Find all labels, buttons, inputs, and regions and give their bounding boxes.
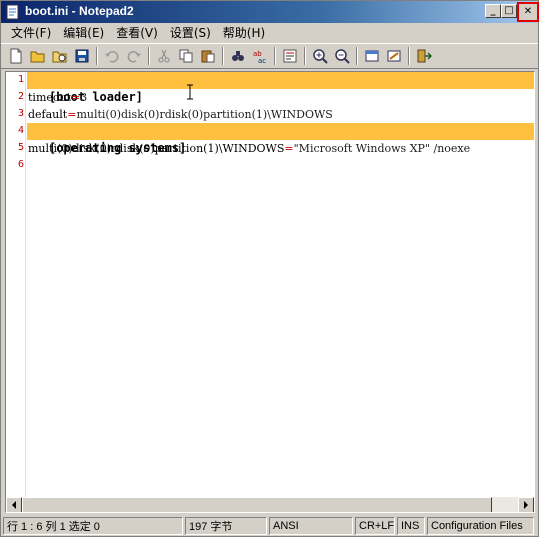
find-icon	[232, 51, 244, 61]
status-position: 行 1 : 6 列 1 选定 0	[3, 517, 183, 535]
scheme-button[interactable]	[361, 45, 383, 67]
scroll-left-button[interactable]	[6, 497, 22, 512]
code-line: multi(0)disk(0)rdisk(0)partition(1)\WIND…	[27, 140, 534, 157]
maximize-icon: □	[504, 5, 514, 16]
toolbar-separator	[408, 47, 410, 65]
open-button[interactable]	[27, 45, 49, 67]
paste-icon	[201, 50, 215, 63]
line-number: 2	[17, 91, 24, 102]
status-encoding[interactable]: ANSI	[269, 517, 353, 535]
cut-icon	[158, 49, 170, 63]
status-insert-mode[interactable]: INS	[397, 517, 425, 535]
open-folder-icon	[30, 51, 45, 63]
customize-icon	[387, 50, 401, 62]
ini-value: 3	[80, 91, 88, 104]
zoom-in-button[interactable]	[309, 45, 331, 67]
word-wrap-button[interactable]	[279, 45, 301, 67]
line-number: 1	[17, 74, 24, 85]
status-line-endings[interactable]: CR+LF	[355, 517, 395, 535]
zoom-in-icon	[313, 49, 328, 64]
ini-value: multi(0)disk(0)rdisk(0)partition(1)\WIND…	[76, 108, 333, 121]
arrow-left-icon	[12, 501, 16, 509]
cut-button[interactable]	[153, 45, 175, 67]
status-bar: 行 1 : 6 列 1 选定 0 197 字节 ANSI CR+LF INS C…	[1, 516, 538, 536]
status-syntax-scheme[interactable]: Configuration Files	[427, 517, 534, 535]
notepad2-window: boot.ini - Notepad2 _ □ ✕ 文件(F) 编辑(E) 查看…	[0, 0, 539, 537]
maximize-button[interactable]: □	[501, 4, 517, 18]
arrow-right-icon	[524, 501, 528, 509]
close-icon: ✕	[523, 6, 533, 17]
svg-text:ac: ac	[258, 57, 266, 64]
minimize-icon: _	[490, 5, 496, 16]
word-wrap-icon	[283, 49, 297, 63]
scrollbar-thumb[interactable]	[22, 497, 492, 512]
menu-edit[interactable]: 编辑(E)	[57, 24, 110, 41]
minimize-button[interactable]: _	[485, 4, 501, 18]
ini-value: "Microsoft Windows XP" /noexe	[293, 142, 471, 155]
text-cursor-icon	[187, 84, 193, 100]
status-file-size: 197 字节	[185, 517, 267, 535]
window-title: boot.ini - Notepad2	[25, 4, 134, 18]
line-number: 4	[17, 125, 24, 136]
ini-key: multi(0)disk(0)rdisk(0)partition(1)\WIND…	[28, 142, 285, 155]
find-button[interactable]	[227, 45, 249, 67]
save-button[interactable]	[71, 45, 93, 67]
close-button[interactable]: ✕	[517, 2, 539, 22]
copy-button[interactable]	[175, 45, 197, 67]
horizontal-scrollbar[interactable]	[6, 497, 534, 512]
paste-button[interactable]	[197, 45, 219, 67]
customize-button[interactable]	[383, 45, 405, 67]
new-file-icon	[10, 48, 22, 64]
line-number: 5	[17, 142, 24, 153]
toolbar-separator	[304, 47, 306, 65]
ini-equals: =	[284, 142, 294, 155]
redo-icon	[127, 51, 141, 63]
code-line: default=multi(0)disk(0)rdisk(0)partition…	[27, 106, 534, 123]
menu-file[interactable]: 文件(F)	[5, 24, 57, 41]
scheme-icon	[365, 50, 379, 62]
toolbar-separator	[274, 47, 276, 65]
menu-settings[interactable]: 设置(S)	[164, 24, 217, 41]
toolbar-separator	[96, 47, 98, 65]
toolbar-separator	[222, 47, 224, 65]
toolbar-separator	[356, 47, 358, 65]
menu-help[interactable]: 帮助(H)	[217, 24, 271, 41]
toolbar: ab ac	[1, 43, 538, 69]
undo-button[interactable]	[101, 45, 123, 67]
exit-icon	[417, 49, 432, 63]
code-line: [boot loader]	[27, 72, 534, 104]
ini-equals: =	[71, 91, 81, 104]
undo-icon	[105, 51, 119, 63]
replace-button[interactable]: ab ac	[249, 45, 271, 67]
redo-button[interactable]	[123, 45, 145, 67]
code-line: [operating systems]	[27, 123, 534, 155]
scroll-right-button[interactable]	[518, 497, 534, 512]
notepad-app-icon	[5, 4, 21, 20]
toolbar-separator	[148, 47, 150, 65]
menu-bar: 文件(F) 编辑(E) 查看(V) 设置(S) 帮助(H)	[1, 23, 538, 42]
zoom-out-icon	[335, 49, 350, 64]
browse-icon	[52, 51, 67, 63]
line-number: 3	[17, 108, 24, 119]
menu-view[interactable]: 查看(V)	[110, 24, 164, 41]
text-editor[interactable]: 1 2 3 4 5 6 [boot loader] timeout=3 defa…	[5, 71, 535, 513]
new-file-button[interactable]	[5, 45, 27, 67]
line-number-gutter: 1 2 3 4 5 6	[6, 72, 26, 498]
exit-button[interactable]	[413, 45, 435, 67]
code-line: timeout=3	[27, 89, 534, 106]
replace-icon: abac	[253, 50, 266, 64]
save-icon	[75, 49, 89, 63]
ini-key: timeout	[28, 91, 72, 104]
title-bar[interactable]: boot.ini - Notepad2 _ □ ✕	[1, 1, 539, 23]
browse-button[interactable]	[49, 45, 71, 67]
zoom-out-button[interactable]	[331, 45, 353, 67]
line-number: 6	[17, 159, 24, 170]
ini-key: default	[28, 108, 68, 121]
copy-icon	[179, 49, 193, 63]
